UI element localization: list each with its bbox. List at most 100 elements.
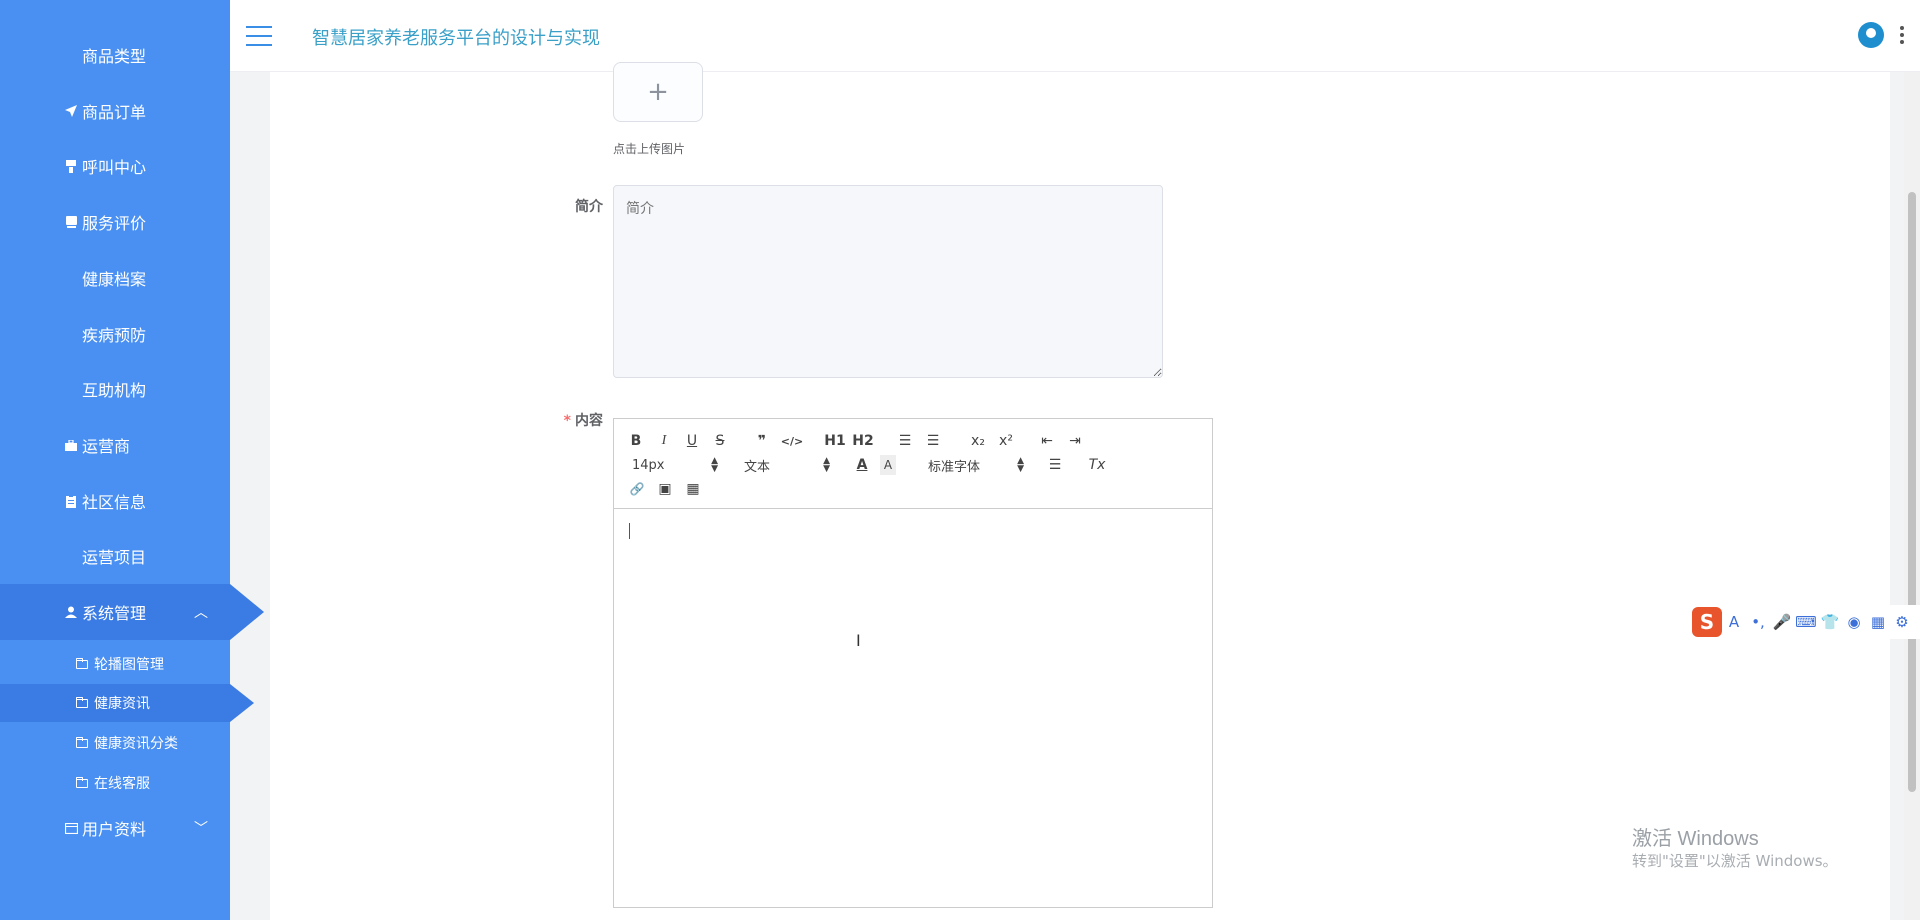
sidebar-item-label: 服务评价 (82, 214, 147, 233)
bold-button[interactable]: B (628, 431, 644, 451)
more-vertical-icon[interactable] (1900, 26, 1904, 44)
sidebar-item-system-management[interactable]: 系统管理 ︿ (0, 584, 264, 640)
chevron-up-icon: ︿ (194, 605, 208, 621)
keyboard-icon[interactable]: ⌨ (1794, 613, 1818, 631)
i-beam-cursor-icon: I (856, 631, 861, 650)
form-card: + 点击上传图片 简介 *内容 B I U S ❞ </> H1 H2 ☰ ☰ … (270, 62, 1890, 920)
sidebar-item-product-order[interactable]: 商品订单 (0, 91, 230, 131)
sidebar-item-label: 呼叫中心 (82, 158, 147, 177)
skin-icon[interactable]: 👕 (1818, 613, 1842, 631)
ime-letter-icon[interactable]: A (1722, 613, 1746, 631)
page-scrollbar[interactable] (1904, 72, 1920, 920)
plus-icon: + (647, 77, 669, 107)
sidebar-item-label: 商品订单 (82, 103, 147, 122)
avatar[interactable] (1858, 22, 1884, 48)
submenu-item-label: 健康资讯分类 (94, 736, 178, 752)
align-button[interactable]: ☰ (1046, 455, 1064, 475)
sidebar-item-disease-prevention[interactable]: 疾病预防 (0, 314, 230, 354)
top-header: 智慧居家养老服务平台的设计与实现 (230, 0, 1920, 72)
sogou-logo-icon[interactable]: S (1692, 607, 1722, 637)
editor-content-area[interactable]: I (614, 509, 1212, 907)
folder-icon (76, 776, 88, 788)
folder-icon (76, 736, 88, 748)
code-block-button[interactable]: </> (781, 431, 803, 451)
id-card-icon (64, 821, 78, 835)
sidebar-item-label: 运营商 (82, 437, 131, 456)
outdent-button[interactable]: ⇤ (1038, 431, 1056, 451)
robot-icon[interactable]: ◉ (1842, 613, 1866, 631)
ordered-list-button[interactable]: ☰ (896, 431, 914, 451)
windows-activation-watermark: 激活 Windows (1632, 828, 1759, 850)
image-button[interactable]: ▣ (656, 479, 674, 499)
sidebar-item-call-center[interactable]: 呼叫中心 (0, 146, 230, 186)
submenu-item-health-news[interactable]: 健康资讯 (0, 684, 254, 722)
comment-icon (64, 215, 78, 229)
upload-hint: 点击上传图片 (613, 142, 686, 156)
submenu-item-online-service[interactable]: 在线客服 (0, 764, 230, 802)
app-title: 智慧居家养老服务平台的设计与实现 (312, 28, 600, 49)
header-2-button[interactable]: H2 (852, 431, 874, 451)
microphone-icon[interactable]: 🎤 (1770, 613, 1794, 631)
user-icon (64, 605, 78, 619)
content-label: * 内容 (563, 413, 603, 429)
sidebar-item-mutual-aid[interactable]: 互助机构 (0, 369, 230, 409)
briefcase-icon (64, 438, 78, 452)
sidebar-item-service-review[interactable]: 服务评价 (0, 202, 230, 242)
submenu-item-health-news-category[interactable]: 健康资讯分类 (0, 724, 230, 762)
sidebar-item-community-info[interactable]: 社区信息 (0, 481, 230, 521)
rich-text-editor: B I U S ❞ </> H1 H2 ☰ ☰ x₂ x² ⇤ ⇥ 14px ▲ ▼… (613, 418, 1213, 908)
windows-activation-subtext: 转到"设置"以激活 Windows。 (1632, 852, 1838, 870)
video-button[interactable]: ▦ (684, 479, 702, 499)
underline-button[interactable]: U (684, 431, 700, 451)
sidebar-item-operation-project[interactable]: 运营项目 (0, 536, 230, 576)
sidebar-item-user-profile[interactable]: 用户资料 ﹀ (0, 808, 230, 848)
clean-format-button[interactable]: Tx (1088, 455, 1106, 475)
ime-toolbar: S A •, 🎤 ⌨ 👕 ◉ ▦ ⚙ (1690, 605, 1920, 639)
sidebar: 商品类型 商品订单 呼叫中心 服务评价 健康档案 疾病预防 互助机构 运营商 社… (0, 0, 264, 920)
pager-icon (64, 159, 78, 173)
folder-icon (76, 657, 88, 669)
sidebar-item-label: 商品类型 (82, 47, 147, 66)
bullet-list-button[interactable]: ☰ (924, 431, 942, 451)
header-1-button[interactable]: H1 (824, 431, 846, 451)
blockquote-button[interactable]: ❞ (754, 431, 770, 451)
submenu-item-carousel[interactable]: 轮播图管理 (0, 645, 230, 683)
chevron-down-icon: ﹀ (194, 821, 208, 837)
header-select[interactable]: 文本 ▲ ▼ (744, 455, 830, 475)
grid-icon (64, 327, 78, 341)
italic-button[interactable]: I (656, 431, 672, 451)
text-color-button[interactable]: A (854, 455, 870, 475)
sidebar-item-label: 用户资料 (82, 820, 147, 839)
sidebar-item-operator[interactable]: 运营商 (0, 425, 230, 465)
ime-punctuation-icon[interactable]: •, (1746, 613, 1770, 631)
font-family-select[interactable]: 标准字体 ▲ ▼ (928, 455, 1024, 475)
grid-icon (64, 549, 78, 563)
subscript-button[interactable]: x₂ (968, 431, 988, 451)
gear-icon[interactable]: ⚙ (1890, 613, 1914, 631)
strike-button[interactable]: S (712, 431, 728, 451)
submenu-item-label: 轮播图管理 (94, 657, 164, 673)
submenu-item-label: 健康资讯 (94, 696, 150, 712)
intro-textarea[interactable] (613, 185, 1163, 378)
clipboard-icon (64, 494, 78, 508)
intro-label: 简介 (575, 199, 603, 215)
sidebar-item-label: 疾病预防 (82, 326, 147, 345)
apps-icon[interactable]: ▦ (1866, 613, 1890, 631)
sidebar-item-label: 运营项目 (82, 548, 147, 567)
sidebar-item-health-record[interactable]: 健康档案 (0, 258, 230, 298)
sidebar-item-label: 系统管理 (82, 604, 147, 623)
scrollbar-thumb[interactable] (1908, 192, 1916, 792)
send-icon (64, 104, 78, 118)
background-color-button[interactable]: A (880, 455, 896, 475)
sidebar-item-label: 互助机构 (82, 381, 147, 400)
link-button[interactable]: 🔗 (628, 479, 646, 499)
text-caret (629, 523, 630, 539)
image-upload-box[interactable]: + (613, 62, 703, 122)
hamburger-menu-icon[interactable] (246, 26, 272, 46)
indent-button[interactable]: ⇥ (1066, 431, 1084, 451)
superscript-button[interactable]: x² (996, 431, 1016, 451)
font-size-select[interactable]: 14px ▲ ▼ (632, 455, 718, 475)
sidebar-item-product-type[interactable]: 商品类型 (0, 35, 230, 75)
grid-icon (64, 48, 78, 62)
grid-icon (64, 271, 78, 285)
